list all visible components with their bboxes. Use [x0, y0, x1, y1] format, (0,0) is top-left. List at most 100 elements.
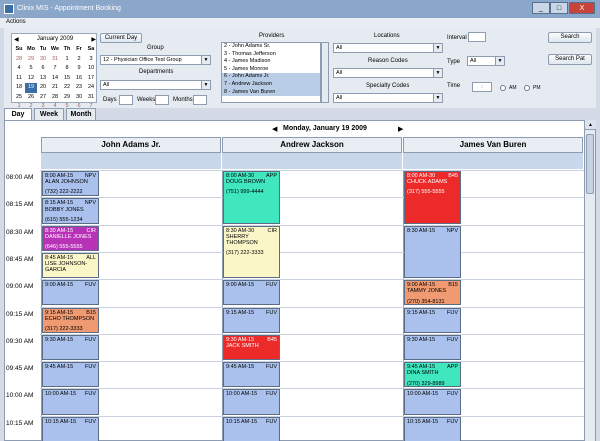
provider-list-item[interactable]: 7 - Andrew Jackson [222, 80, 320, 89]
calendar-day[interactable]: 24 [85, 83, 97, 93]
appointment-block[interactable]: 8:45 AM-15ALLLISE JOHNSON-GARCIA(210) 61… [42, 252, 99, 279]
provider-list-item[interactable]: 3 - Thomas Jefferson [222, 51, 320, 59]
appointment-block[interactable]: 10:15 AM-15 FUV [42, 416, 99, 441]
calendar-day[interactable]: 26 [25, 93, 37, 103]
locations-select[interactable]: All ▼ [333, 43, 443, 53]
appointment-block[interactable]: 10:15 AM-15 FUV [404, 416, 461, 441]
search-patient-button[interactable]: Search Pat [548, 54, 592, 65]
minimize-button[interactable]: _ [532, 2, 550, 14]
appointment-block[interactable]: 8:00 AM-15 NPV ALAN JOHNSON (732) 222-2222 [42, 171, 99, 197]
calendar-day[interactable]: 15 [61, 74, 73, 84]
calendar-day[interactable]: 7 [49, 64, 61, 74]
scroll-up-icon[interactable]: ▲ [585, 120, 596, 130]
prev-day-icon[interactable]: ◀ [272, 125, 277, 133]
prev-month-icon[interactable]: ◀ [14, 36, 19, 43]
current-day-button[interactable]: Current Day [100, 33, 142, 43]
am-radio[interactable] [500, 85, 506, 91]
calendar-day[interactable]: 10 [85, 64, 97, 74]
appointment-block[interactable]: 9:15 AM-15 FUV [223, 307, 280, 333]
type-select[interactable]: All ▼ [467, 56, 505, 66]
calendar-day[interactable]: 17 [85, 74, 97, 84]
calendar-day[interactable]: 4 [13, 64, 25, 74]
calendar-day[interactable]: 28 [13, 55, 25, 65]
close-button[interactable]: X [569, 2, 595, 14]
calendar-day[interactable]: 6 [37, 64, 49, 74]
tab-week[interactable]: Week [34, 108, 64, 120]
providers-list[interactable]: 2 - John Adams Sr. 3 - Thomas Jefferson 4 … [221, 42, 321, 103]
provider-list-item[interactable]: 4 - James Madison [222, 58, 320, 66]
appointment-block[interactable]: 9:30 AM-15 B45 JACK SMITH [223, 334, 280, 361]
maximize-button[interactable]: □ [550, 2, 568, 14]
calendar-day[interactable]: 27 [37, 93, 49, 103]
appointment-block[interactable]: 9:45 AM-15 FUV [42, 362, 99, 388]
calendar-day[interactable]: 30 [37, 55, 49, 65]
departments-select[interactable]: All ▼ [100, 80, 211, 90]
provider-list-item[interactable]: 5 - James Monroe [222, 66, 320, 74]
calendar-day[interactable]: 3 [85, 55, 97, 65]
calendar-day[interactable]: 22 [61, 83, 73, 93]
reason-codes-select[interactable]: All ▼ [333, 68, 443, 78]
calendar-day[interactable]: 2 [73, 55, 85, 65]
appointment-block[interactable]: 9:00 AM-15 B15 TAMMY JONES (270) 354-8131 [404, 280, 461, 306]
calendar-day[interactable]: 19 [25, 83, 37, 93]
providers-scrollbar[interactable] [321, 42, 329, 103]
calendar-day[interactable]: 28 [49, 93, 61, 103]
appointment-block[interactable]: 9:15 AM-15 B15 ECHO THOMPSON (317) 222-3333 [42, 307, 99, 333]
calendar-day[interactable]: 29 [25, 55, 37, 65]
calendar-day[interactable]: 5 [25, 64, 37, 74]
appointment-block[interactable]: 10:15 AM-15 FUV [223, 416, 280, 441]
calendar-day[interactable]: 31 [85, 93, 97, 103]
appointment-block[interactable]: 8:30 AM-30 CIR SHERRY THOMPSON (317) 222-33… [223, 225, 280, 279]
calendar-day[interactable]: 8 [61, 64, 73, 74]
provider-list-item[interactable]: 6 - John Adams Jr. [222, 73, 320, 81]
appointment-block[interactable]: 9:00 AM-15 FUV [223, 280, 280, 306]
menu-actions[interactable]: Actions [6, 19, 26, 25]
calendar-day[interactable]: 18 [13, 83, 25, 93]
group-select[interactable]: 12 - Physician Office Test Group ▼ [100, 55, 211, 65]
interval-input[interactable] [468, 32, 486, 42]
scroll-thumb[interactable] [586, 134, 594, 194]
search-button[interactable]: Search [548, 32, 592, 43]
tab-month[interactable]: Month [66, 108, 96, 120]
appointment-block[interactable]: 8:15 AM-15 NPV BOBBY JONES (615) 555-1234 [42, 198, 99, 224]
appointment-block[interactable]: 10:00 AM-15 FUV [42, 389, 99, 415]
provider-list-item[interactable]: 8 - James Van Buren [222, 88, 320, 97]
appointment-block[interactable]: 10:00 AM-15 FUV [404, 389, 461, 415]
appointment-block[interactable]: 8:00 AM-30 B45 CHUCK ADAMS (317) 555-5555 [404, 171, 461, 224]
provider-list-item[interactable]: 2 - John Adams Sr. [222, 43, 320, 51]
months-input[interactable] [193, 95, 207, 105]
next-month-icon[interactable]: ▶ [91, 36, 96, 43]
appointment-block[interactable]: 8:30 AM-15 CIR DANIELLE JONES (646) 555-555… [42, 225, 99, 251]
calendar-day[interactable]: 1 [61, 55, 73, 65]
specialty-codes-select[interactable]: All ▼ [333, 93, 443, 103]
calendar-day[interactable]: 16 [73, 74, 85, 84]
calendar-day[interactable]: 21 [49, 83, 61, 93]
calendar-day[interactable]: 14 [49, 74, 61, 84]
schedule-scrollbar[interactable]: ▲ [584, 120, 596, 441]
calendar-day[interactable]: 25 [13, 93, 25, 103]
tab-day[interactable]: Day [4, 108, 32, 120]
pm-radio[interactable] [524, 85, 530, 91]
appointment-block[interactable]: 9:45 AM-15 FUV [223, 362, 280, 388]
appointment-block[interactable]: 9:00 AM-15 FUV [42, 280, 99, 306]
appointment-block[interactable]: 9:15 AM-15 FUV [404, 307, 461, 333]
calendar-day[interactable]: 30 [73, 93, 85, 103]
calendar-day[interactable]: 23 [73, 83, 85, 93]
appointment-block[interactable]: 8:00 AM-30 APP DOUG BROWN (751) 999-4444 [223, 171, 280, 224]
weeks-input[interactable] [155, 95, 169, 105]
appointment-block[interactable]: 10:00 AM-15 FUV [223, 389, 280, 415]
calendar-day[interactable]: 31 [49, 55, 61, 65]
appointment-block[interactable]: 9:45 AM-15 APP DINA SMITH (270) 329-8989 [404, 362, 461, 388]
next-day-icon[interactable]: ▶ [398, 125, 403, 133]
calendar-day[interactable]: 20 [37, 83, 49, 93]
calendar-day[interactable]: 11 [13, 74, 25, 84]
calendar-day[interactable]: 12 [25, 74, 37, 84]
time-input[interactable]: : [472, 82, 492, 92]
appointment-block[interactable]: 8:30 AM-15 NPV [404, 225, 461, 279]
days-input[interactable] [119, 95, 133, 105]
appointment-block[interactable]: 9:30 AM-15 FUV [42, 334, 99, 361]
calendar-day[interactable]: 29 [61, 93, 73, 103]
calendar-day[interactable]: 13 [37, 74, 49, 84]
appointment-block[interactable]: 9:30 AM-15 FUV [404, 334, 461, 361]
calendar-day[interactable]: 9 [73, 64, 85, 74]
